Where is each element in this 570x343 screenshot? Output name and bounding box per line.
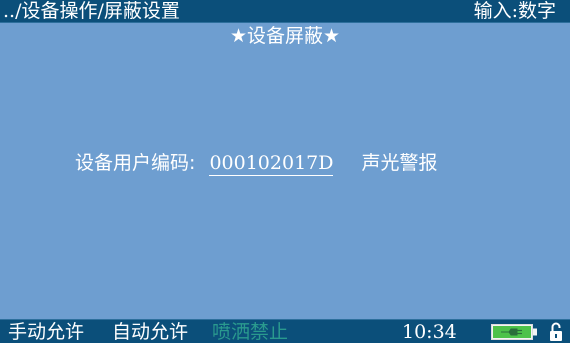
breadcrumb[interactable]: ../设备操作/屏蔽设置	[3, 0, 180, 22]
device-shield-screen: ../设备操作/屏蔽设置 输入:数字 ★设备屏蔽★ 设备用户编码: 000102…	[0, 0, 570, 343]
battery-charging-icon	[491, 324, 537, 340]
unlock-icon	[550, 322, 562, 341]
auto-allow-status: 自动允许	[112, 321, 189, 343]
user-code-label: 设备用户编码:	[75, 152, 196, 174]
spray-forbid-status: 喷洒禁止	[212, 321, 289, 343]
status-bar: 手动允许 自动允许 喷洒禁止 10:34	[0, 319, 570, 343]
input-mode-indicator: 输入:数字	[473, 0, 556, 22]
user-code-field[interactable]: 000102017D	[209, 151, 334, 176]
page-title: ★设备屏蔽★	[229, 25, 341, 47]
user-code-row: 设备用户编码: 000102017D 声光警报	[75, 149, 438, 177]
clock: 10:34	[402, 321, 457, 343]
top-bar: ../设备操作/屏蔽设置 输入:数字	[0, 0, 570, 23]
alarm-mode-option[interactable]: 声光警报	[362, 149, 438, 177]
manual-allow-status: 手动允许	[8, 321, 85, 343]
